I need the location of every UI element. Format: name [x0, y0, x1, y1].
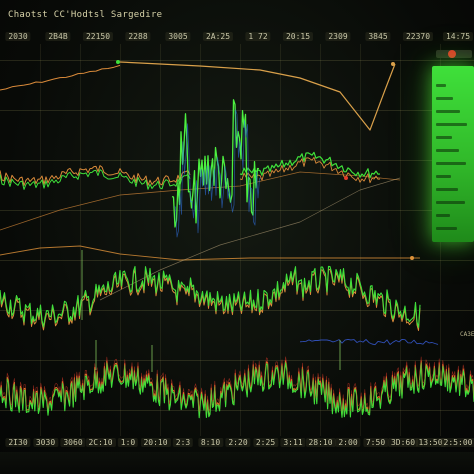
order-book-row-bar — [436, 227, 457, 230]
axis-tick-label: 7:50 — [362, 438, 389, 447]
axis-tick-label: 20:10 — [140, 438, 171, 447]
price-line — [239, 151, 381, 179]
price-line — [299, 338, 439, 346]
axis-tick-label: 2:20 — [225, 438, 251, 447]
order-book-row-bar — [436, 110, 460, 113]
price-line — [0, 265, 421, 329]
order-book-row-bar — [436, 84, 446, 87]
trend-line — [0, 64, 121, 91]
order-book-row-bar — [436, 123, 467, 126]
axis-tick-label: 2:25 — [252, 438, 279, 447]
order-book-row-bar — [436, 214, 450, 217]
price-line — [239, 156, 381, 184]
axis-tick-label: 28:10 — [305, 438, 336, 447]
axis-tick-label: 3D:60 — [387, 438, 419, 447]
right-legend: CA3E1 — [460, 331, 474, 338]
trend-line — [119, 61, 396, 131]
trading-app: Chaotst CC'Hodtsl Sargedire 2030 2B4B 2215… — [0, 0, 474, 474]
axis-tick-label: 2:00 — [335, 438, 361, 447]
trend-line — [0, 245, 420, 261]
order-book-row-bar — [436, 162, 466, 165]
order-book-row-bar — [436, 201, 465, 204]
order-book-row-bar — [436, 188, 458, 191]
annotation-point — [344, 176, 348, 180]
order-book-panel[interactable] — [432, 66, 474, 242]
order-book-row-bar — [436, 97, 453, 100]
annotation-point — [410, 256, 414, 260]
record-dot-icon[interactable] — [448, 50, 456, 58]
bottom-time-axis: 2I30 3030 3060 2C:10 1:0 20:10 2:3 8:10 2:20 2:25… — [0, 438, 474, 452]
axis-tick-label: 3:11 — [280, 438, 306, 447]
axis-tick-label: 3030 — [32, 438, 59, 447]
annotation-point — [391, 62, 395, 66]
price-chart[interactable] — [0, 0, 474, 474]
price-line — [173, 109, 262, 238]
axis-tick-label: 8:10 — [197, 438, 224, 447]
axis-tick-label: 3060 — [60, 438, 86, 447]
axis-tick-label: 1:0 — [117, 438, 139, 447]
axis-tick-label: 2I30 — [5, 438, 31, 447]
bottom-status-bar — [0, 452, 474, 474]
order-book-row-bar — [436, 175, 451, 178]
order-book-row-bar — [436, 136, 452, 139]
axis-tick-label: 2:3 — [172, 438, 194, 447]
order-book-row-bar — [436, 149, 459, 152]
axis-tick-label: 2C:10 — [85, 438, 116, 447]
axis-tick-label: 2:5:00 — [440, 438, 474, 447]
annotation-point — [116, 60, 120, 64]
